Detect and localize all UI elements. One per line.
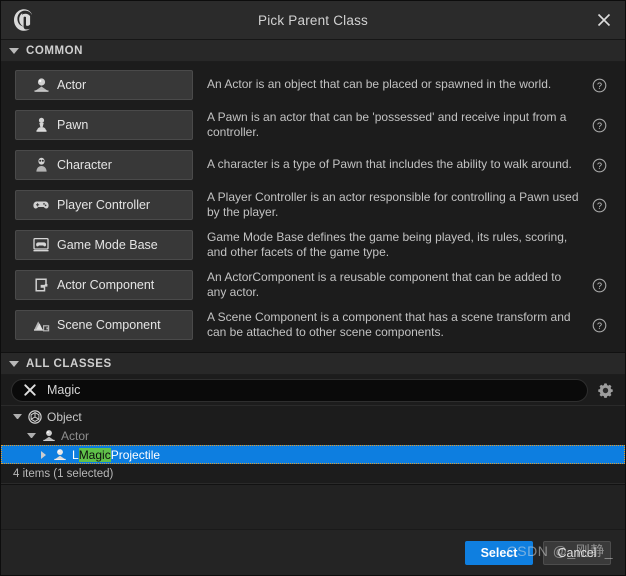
class-description: An ActorComponent is a reusable componen… (207, 269, 562, 300)
class-row: Character A character is a type of Pawn … (1, 148, 625, 182)
chevron-down-icon[interactable] (27, 433, 36, 438)
chevron-down-icon[interactable] (13, 414, 22, 419)
class-button-pawn[interactable]: Pawn (15, 110, 193, 140)
help-icon[interactable]: ? (589, 155, 609, 175)
help-icon[interactable]: ? (589, 75, 609, 95)
actor-component-icon (32, 276, 50, 294)
tree-item-label: Actor (61, 428, 90, 443)
title-bar: Pick Parent Class (1, 1, 625, 40)
chevron-down-icon (9, 360, 19, 367)
unreal-engine-logo-icon (5, 1, 43, 40)
class-label: Actor Component (57, 278, 155, 292)
common-class-list: Actor An Actor is an object that can be … (1, 62, 625, 353)
class-label: Scene Component (57, 318, 161, 332)
character-icon (32, 156, 50, 174)
search-match-highlight: Magic (78, 447, 111, 462)
all-classes-section-label: ALL CLASSES (26, 357, 112, 370)
search-input[interactable]: Magic (11, 378, 588, 402)
class-label: Pawn (57, 118, 89, 132)
class-description: A Player Controller is an actor responsi… (207, 189, 579, 220)
svg-text:?: ? (596, 201, 601, 211)
window-title: Pick Parent Class (258, 12, 368, 28)
all-classes-panel: Magic Object Actor LMagicProjectile 4 it… (1, 375, 625, 529)
scene-component-icon (32, 316, 50, 334)
class-row: Actor Component An ActorComponent is a r… (1, 268, 625, 302)
svg-text:?: ? (596, 81, 601, 91)
tree-item-object[interactable]: Object (1, 407, 625, 426)
class-description: Game Mode Base defines the game being pl… (207, 229, 568, 260)
help-icon[interactable]: ? (589, 115, 609, 135)
class-label: Character (57, 158, 112, 172)
tree-item-actor[interactable]: Actor (1, 426, 625, 445)
class-button-game-mode-base[interactable]: Game Mode Base (15, 230, 193, 260)
class-label: Player Controller (57, 198, 151, 212)
status-text: 4 items (1 selected) (1, 464, 625, 484)
tree-item-label: LMagicProjectile (72, 447, 161, 462)
gear-icon[interactable] (591, 377, 619, 403)
tree-empty-area (1, 484, 625, 529)
class-button-player-controller[interactable]: Player Controller (15, 190, 193, 220)
svg-text:?: ? (596, 121, 601, 131)
object-icon (27, 409, 42, 424)
svg-text:?: ? (596, 281, 601, 291)
class-label: Game Mode Base (57, 238, 158, 252)
search-row: Magic (1, 375, 625, 405)
class-description: A Scene Component is a component that ha… (207, 309, 571, 340)
class-description: An Actor is an object that can be placed… (207, 77, 552, 92)
class-button-scene-component[interactable]: Scene Component (15, 310, 193, 340)
actor-icon (52, 447, 67, 462)
all-classes-section-header[interactable]: ALL CLASSES (1, 353, 625, 375)
cancel-button[interactable]: Cancel (543, 540, 611, 565)
class-row: Pawn A Pawn is an actor that can be 'pos… (1, 108, 625, 142)
class-row: Scene Component A Scene Component is a c… (1, 308, 625, 342)
chevron-right-icon[interactable] (41, 450, 47, 459)
class-tree: Object Actor LMagicProjectile (1, 405, 625, 464)
tree-item-label-suffix: Projectile (110, 447, 161, 462)
search-input-value: Magic (47, 383, 81, 397)
actor-icon (32, 76, 50, 94)
help-icon[interactable]: ? (589, 315, 609, 335)
class-button-actor-component[interactable]: Actor Component (15, 270, 193, 300)
common-section-label: COMMON (26, 44, 83, 57)
class-label: Actor (57, 78, 87, 92)
clear-x-icon[interactable] (22, 383, 37, 398)
gamepad-icon (32, 196, 50, 214)
class-description: A character is a type of Pawn that inclu… (207, 157, 572, 172)
class-button-actor[interactable]: Actor (15, 70, 193, 100)
game-mode-icon (32, 236, 50, 254)
help-icon[interactable]: ? (589, 195, 609, 215)
class-row: Actor An Actor is an object that can be … (1, 68, 625, 102)
class-row: Player Controller A Player Controller is… (1, 188, 625, 222)
help-icon[interactable]: ? (589, 275, 609, 295)
tree-item-label-prefix: L (72, 447, 79, 462)
pick-parent-class-dialog: Pick Parent Class COMMON Actor An Actor … (0, 0, 626, 576)
svg-text:?: ? (596, 161, 601, 171)
class-description: A Pawn is an actor that can be 'possesse… (207, 109, 567, 140)
close-icon[interactable] (583, 1, 625, 40)
svg-text:?: ? (596, 321, 601, 331)
chevron-down-icon (9, 47, 19, 54)
dialog-footer: Select Cancel (1, 529, 625, 575)
common-section-header[interactable]: COMMON (1, 40, 625, 62)
select-button[interactable]: Select (465, 540, 533, 565)
tree-item-lmagicprojectile[interactable]: LMagicProjectile (1, 445, 625, 464)
pawn-icon (32, 116, 50, 134)
class-row: Game Mode Base Game Mode Base defines th… (1, 228, 625, 262)
tree-item-label: Object (47, 409, 82, 424)
class-button-character[interactable]: Character (15, 150, 193, 180)
actor-icon (41, 428, 56, 443)
